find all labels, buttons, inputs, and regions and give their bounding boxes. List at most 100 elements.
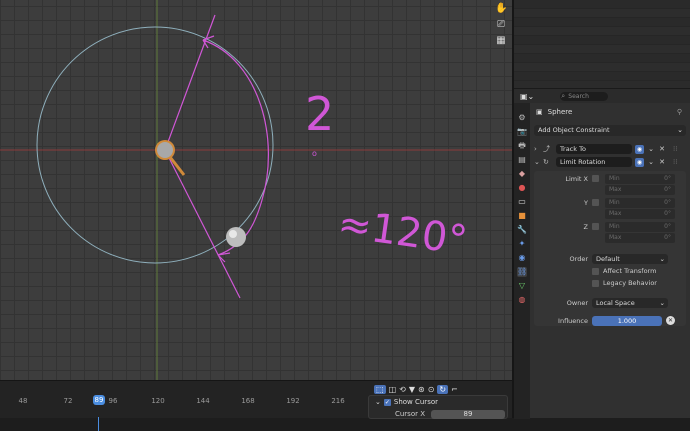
limit-y-max-field[interactable]: Max 0° xyxy=(605,208,675,219)
physics-tab-icon[interactable]: ◉ xyxy=(517,253,527,263)
autokey-icon[interactable]: ⊙ xyxy=(428,385,435,394)
pin-icon[interactable]: ⚲ xyxy=(677,108,682,116)
view-layer-tab-icon[interactable]: ▤ xyxy=(517,155,527,165)
annotation-dot: o xyxy=(312,149,317,158)
hand-icon[interactable]: ✋ xyxy=(495,3,507,15)
affect-transform-checkbox[interactable] xyxy=(592,267,599,275)
output-tab-icon[interactable]: 🖶 xyxy=(517,141,527,151)
properties-header: ▣⌄ Search xyxy=(514,89,690,103)
eye-icon[interactable]: ◉ xyxy=(635,157,644,167)
influence-label: Influence xyxy=(558,316,588,325)
limit-y-min-field[interactable]: Min 0° xyxy=(605,197,675,208)
particles-tab-icon[interactable]: ✦ xyxy=(517,239,527,249)
show-cursor-label: Show Cursor xyxy=(393,398,438,406)
limit-z-min-field[interactable]: Min 0° xyxy=(605,221,675,232)
limit-z-max-row: Max 0° xyxy=(534,232,686,243)
search-input[interactable]: Search xyxy=(560,91,609,101)
modifier-tab-icon[interactable]: 🔧 xyxy=(517,225,527,235)
limit-z-min-row: Z Min 0° xyxy=(534,221,686,232)
influence-slider[interactable]: 1.000 xyxy=(592,315,662,326)
order-dropdown[interactable]: Default ⌄ xyxy=(592,253,668,264)
tick-label: 216 xyxy=(331,397,345,405)
limit-x-max-row: Max 0° xyxy=(534,184,686,195)
collection-tab-icon[interactable]: ▭ xyxy=(517,197,527,207)
limit-z-label: Z xyxy=(583,222,588,231)
disable-keep-temp-icon[interactable]: ✕ xyxy=(666,316,675,325)
show-cursor-row[interactable]: ⌄ ✓ Show Cursor xyxy=(375,398,438,406)
3d-viewport[interactable]: 2 o ≈120° ✋ ⎚ ▦ xyxy=(0,0,512,380)
constraint-name-field[interactable]: Limit Rotation xyxy=(556,157,632,167)
order-label: Order xyxy=(569,254,588,263)
legacy-behavior-checkbox[interactable] xyxy=(592,279,599,287)
affect-transform-row[interactable]: Affect Transform xyxy=(592,267,656,275)
drag-handle-icon[interactable]: ⁞⁞ xyxy=(673,145,677,153)
limit-rotation-icon: ↻ xyxy=(543,158,549,166)
material-tab-icon[interactable]: ◍ xyxy=(517,295,527,305)
order-row: Order Default ⌄ xyxy=(534,253,686,264)
tick-label: 120 xyxy=(151,397,165,405)
limit-y-checkbox[interactable] xyxy=(592,199,599,206)
tick-label: 48 xyxy=(18,397,28,405)
limit-y-min-row: Y Min 0° xyxy=(534,197,686,208)
limit-rotation-body: Limit X Min 0° Max 0° Y Min 0° Max 0° Z Min 0… xyxy=(534,171,686,326)
current-frame-line xyxy=(98,417,99,431)
playback-icon[interactable]: ↻ xyxy=(437,384,449,394)
add-constraint-label: Add Object Constraint xyxy=(538,126,610,134)
limit-z-max-field[interactable]: Max 0° xyxy=(605,232,675,243)
legacy-behavior-label: Legacy Behavior xyxy=(603,279,657,287)
render-tab-icon[interactable]: 📷 xyxy=(517,127,527,137)
outliner[interactable] xyxy=(514,0,690,88)
link-icon[interactable]: ⌐ xyxy=(451,385,458,394)
annotation-120-degrees: ≈120° xyxy=(335,201,470,265)
owner-dropdown[interactable]: Local Space ⌄ xyxy=(592,297,668,308)
scene-tab-icon[interactable]: ◆ xyxy=(517,169,527,179)
tick-label: 192 xyxy=(286,397,300,405)
drag-handle-icon[interactable]: ⁞⁞ xyxy=(673,158,677,166)
editor-type-icon[interactable]: ▣⌄ xyxy=(520,92,534,101)
show-cursor-checkbox[interactable]: ✓ xyxy=(383,398,391,406)
chevron-down-icon[interactable]: ⌄ xyxy=(647,158,655,166)
object-icon: ▣ xyxy=(536,108,543,116)
viewport-overlay: 2 o ≈120° xyxy=(0,0,512,380)
annotation-arc xyxy=(202,39,269,256)
expand-arrow-icon[interactable]: › xyxy=(534,145,540,153)
world-tab-icon[interactable]: ● xyxy=(517,183,527,193)
object-tab-icon[interactable]: ■ xyxy=(517,211,527,221)
add-constraint-dropdown[interactable]: Add Object Constraint ⌄ xyxy=(534,125,686,136)
legacy-behavior-row[interactable]: Legacy Behavior xyxy=(592,279,657,287)
influence-row: Influence 1.000 ✕ xyxy=(534,315,686,326)
expand-arrow-icon[interactable]: ⌄ xyxy=(534,158,540,166)
limit-y-label: Y xyxy=(584,198,588,207)
chevron-down-icon: ⌄ xyxy=(677,126,683,134)
limit-x-checkbox[interactable] xyxy=(592,175,599,182)
limit-z-checkbox[interactable] xyxy=(592,223,599,230)
chevron-down-icon[interactable]: ⌄ xyxy=(647,145,655,153)
viewport-tools: ✋ ⎚ ▦ xyxy=(495,3,507,47)
cursor-select-icon[interactable]: ⬚ xyxy=(374,384,386,394)
annotation-number-2: 2 xyxy=(305,87,334,141)
chevron-down-icon[interactable]: ⌄ xyxy=(375,398,381,406)
constraints-tab-icon[interactable]: ⛓ xyxy=(517,267,527,277)
object-row: ▣ Sphere xyxy=(536,108,572,116)
filter-icon[interactable]: ▼ xyxy=(409,385,415,394)
limit-x-max-field[interactable]: Max 0° xyxy=(605,184,675,195)
close-icon[interactable]: ✕ xyxy=(658,158,666,166)
grid-icon[interactable]: ▦ xyxy=(495,35,507,47)
keying-icon[interactable]: ⊛ xyxy=(418,385,425,394)
tick-label: 72 xyxy=(63,397,73,405)
sync-icon[interactable]: ⟲ xyxy=(399,385,406,394)
data-tab-icon[interactable]: ▽ xyxy=(517,281,527,291)
timeline[interactable]: 48 72 96 120 144 168 192 216 89 ⬚ ◫ ⟲ ▼ … xyxy=(0,380,512,431)
annotation-line-main xyxy=(164,14,241,299)
close-icon[interactable]: ✕ xyxy=(658,145,666,153)
camera-icon[interactable]: ⎚ xyxy=(495,19,507,31)
limit-y-max-row: Max 0° xyxy=(534,208,686,219)
timeline-ruler[interactable]: 48 72 96 120 144 168 192 216 xyxy=(0,393,370,431)
constraint-name-field[interactable]: Track To xyxy=(556,144,632,154)
tool-tab-icon[interactable]: ⚙ xyxy=(517,113,527,123)
eye-icon[interactable]: ◉ xyxy=(635,144,644,154)
current-frame-marker[interactable]: 89 xyxy=(93,395,105,405)
snap-icon[interactable]: ◫ xyxy=(389,385,397,394)
constraint-track-to: › ⤴ Track To ◉ ⌄ ✕ ⁞⁞ xyxy=(534,143,686,155)
limit-x-min-field[interactable]: Min 0° xyxy=(605,173,675,184)
